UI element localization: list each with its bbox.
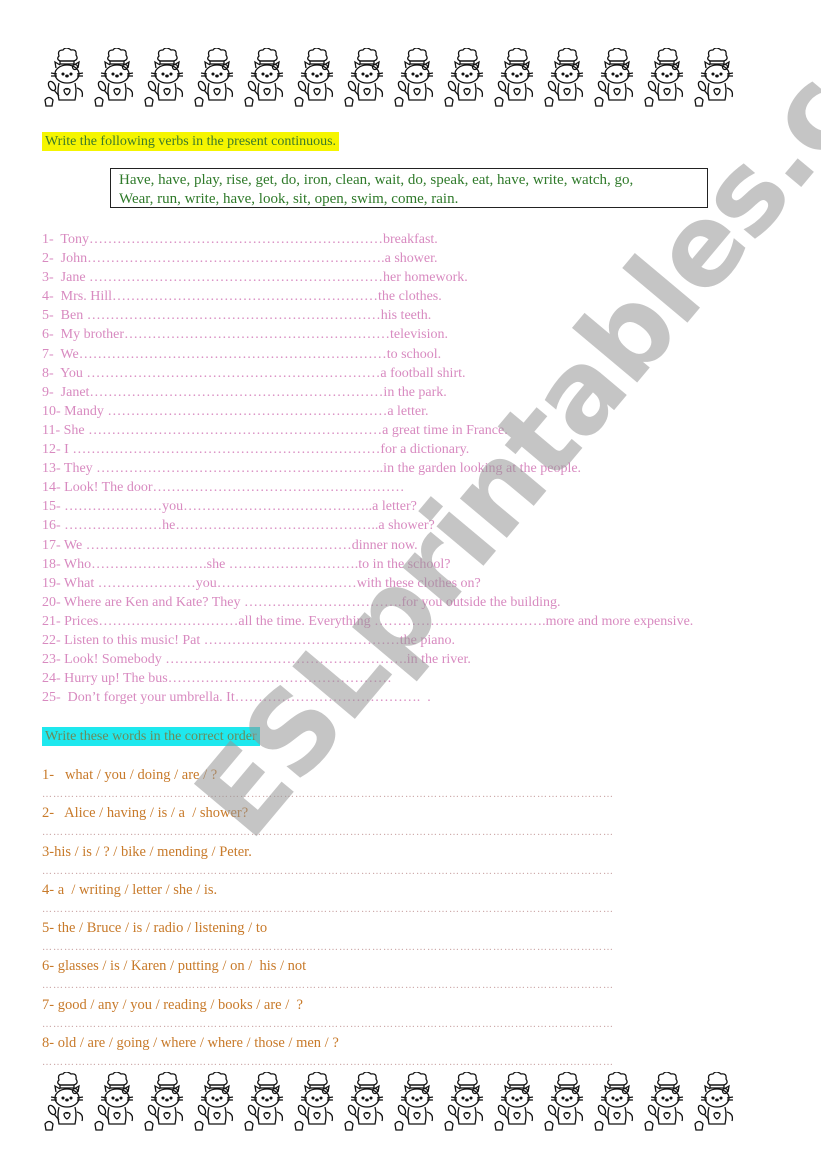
hello-kitty-chef-icon [42, 47, 92, 112]
hello-kitty-chef-icon [642, 47, 692, 112]
sentence-line: 21- Prices…………………………all the time. Everyt… [42, 613, 694, 629]
answer-line: …………………………………………………………………………………………………………… [42, 827, 612, 839]
hello-kitty-chef-icon [292, 47, 342, 112]
exercise2-items: 1- what / you / doing / are / ? ………………………… [42, 766, 612, 1072]
word-order-item: 2- Alice / having / is / a / shower? [42, 805, 249, 822]
word-order-item: 4- a / writing / letter / she / is. [42, 881, 218, 898]
sentence-line: 6- My brother…………………………………………………televisi… [42, 327, 448, 343]
sentence-line: 11- She ………………………………………………………a great tim… [42, 422, 508, 438]
sentence-line: 4- Mrs. Hill…………………………………………………the cloth… [42, 289, 442, 305]
sentence-line: 12- I …………………………………………………………for a dictio… [42, 442, 470, 458]
sentence-line: 1- Tony………………………………………………………breakfast. [42, 232, 438, 247]
sentence-line: 3- Jane ………………………………………………………her homewor… [42, 270, 468, 286]
answer-line: …………………………………………………………………………………………………………… [42, 865, 612, 877]
sentence-line: 23- Look! Somebody …………………………………………….in … [42, 652, 471, 668]
sentence-line: 13- They ……………………………………………………..in the ga… [42, 461, 582, 477]
word-order-item: 5- the / Bruce / is / radio / listening … [42, 920, 268, 937]
hello-kitty-chef-icon [242, 1071, 292, 1136]
hello-kitty-chef-icon [142, 1071, 192, 1136]
hello-kitty-chef-icon [542, 47, 592, 112]
sentence-line: 7- We…………………………………………………………to school. [42, 346, 442, 362]
word-order-item: 6- glasses / is / Karen / putting / on /… [42, 958, 307, 975]
answer-line: …………………………………………………………………………………………………………… [42, 789, 612, 800]
verb-list-line: Have, have, play, rise, get, do, iron, c… [119, 172, 634, 188]
top-border [42, 47, 742, 114]
sentence-line: 20- Where are Ken and Kate? They …………………… [42, 594, 561, 610]
hello-kitty-chef-icon [592, 1071, 642, 1136]
word-order-item: 1- what / you / doing / are / ? [42, 767, 218, 783]
verb-list-box: Have, have, play, rise, get, do, iron, c… [110, 168, 708, 208]
hello-kitty-chef-icon [92, 1071, 142, 1136]
sentence-line: 15- …………………you…………………………………..a letter? [42, 499, 417, 515]
verb-list-line: Wear, run, write, have, look, sit, open,… [119, 191, 459, 207]
answer-line: …………………………………………………………………………………………………………… [42, 1057, 612, 1069]
hello-kitty-chef-icon [492, 1071, 542, 1136]
hello-kitty-chef-icon [42, 1071, 92, 1136]
hello-kitty-chef-icon [192, 1071, 242, 1136]
hello-kitty-chef-icon [342, 47, 392, 112]
exercise1-instruction: Write the following verbs in the present… [42, 132, 340, 151]
word-order-item: 7- good / any / you / reading / books / … [42, 996, 303, 1013]
hello-kitty-chef-icon [392, 47, 442, 112]
word-order-item: 8- old / are / going / where / where / t… [42, 1035, 339, 1052]
sentence-line: 10- Mandy ……………………………………………………a letter. [42, 403, 429, 419]
hello-kitty-chef-icon [692, 1071, 742, 1136]
sentence-line: 9- Janet………………………………………………………in the park… [42, 384, 447, 400]
sentence-line: 17- We …………………………………………………dinner now. [42, 537, 418, 553]
sentence-line: 16- …………………he……………………………………..a shower? [42, 518, 435, 534]
hello-kitty-chef-icon [592, 47, 642, 112]
hello-kitty-chef-icon [242, 47, 292, 112]
hello-kitty-chef-icon [542, 1071, 592, 1136]
sentence-line: 22- Listen to this music! Pat …………………………… [42, 632, 455, 648]
hello-kitty-chef-icon [142, 47, 192, 112]
sentence-line: 19- What …………………you…………………………with these … [42, 575, 481, 591]
hello-kitty-chef-icon [342, 1071, 392, 1136]
hello-kitty-chef-icon [292, 1071, 342, 1136]
bottom-border [42, 1071, 742, 1138]
hello-kitty-chef-icon [392, 1071, 442, 1136]
exercise2-instruction: Write these words in the correct order [42, 727, 260, 746]
hello-kitty-chef-icon [442, 1071, 492, 1136]
answer-line: …………………………………………………………………………………………………………… [42, 903, 612, 915]
exercise1-sentences: 1- Tony………………………………………………………breakfast. 2-… [42, 230, 693, 707]
sentence-line: 25- Don’t forget your umbrella. It………………… [42, 690, 431, 706]
sentence-line: 2- John……………………………………………………….a shower. [42, 251, 438, 267]
hello-kitty-chef-icon [92, 47, 142, 112]
answer-line: …………………………………………………………………………………………………………… [42, 980, 612, 992]
word-order-item: 3-his / is / ? / bike / mending / Peter. [42, 843, 252, 860]
hello-kitty-chef-icon [642, 1071, 692, 1136]
sentence-line: 5- Ben ………………………………………………………his teeth. [42, 308, 432, 324]
sentence-line: 14- Look! The door……………………………………………… [42, 480, 405, 496]
sentence-line: 18- Who…………………….she ……………………….to in the … [42, 556, 451, 572]
answer-line: …………………………………………………………………………………………………………… [42, 1018, 612, 1030]
hello-kitty-chef-icon [442, 47, 492, 112]
hello-kitty-chef-icon [192, 47, 242, 112]
answer-line: …………………………………………………………………………………………………………… [42, 942, 612, 954]
hello-kitty-chef-icon [692, 47, 742, 112]
sentence-line: 24- Hurry up! The bus………………………………………… [42, 671, 392, 687]
hello-kitty-chef-icon [492, 47, 542, 112]
sentence-line: 8- You ………………………………………………………a football s… [42, 365, 466, 381]
